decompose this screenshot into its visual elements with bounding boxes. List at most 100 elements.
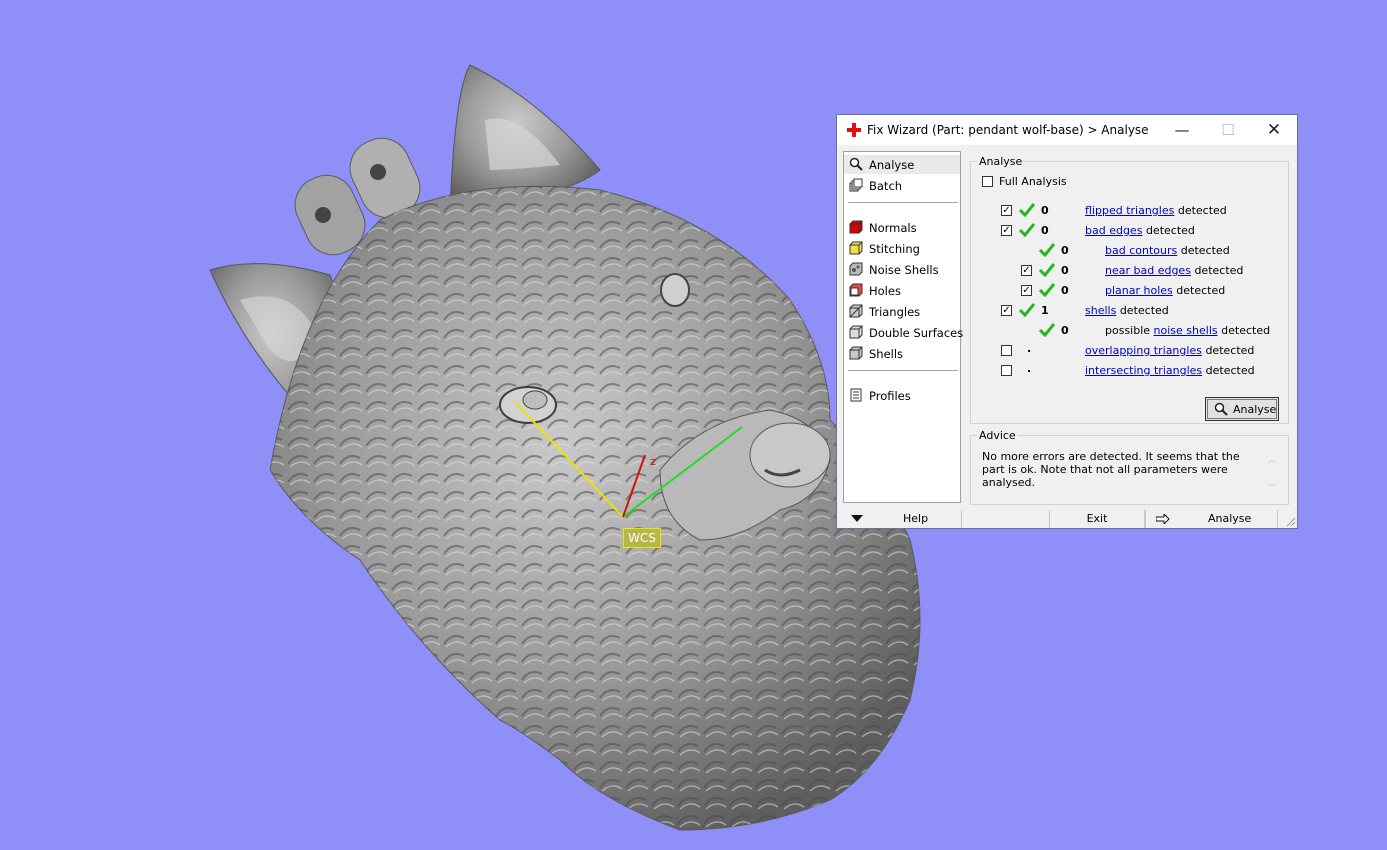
advice-group-legend: Advice [977, 429, 1018, 442]
green-check-icon [1039, 323, 1055, 337]
full-analysis-label: Full Analysis [999, 175, 1067, 188]
shells-row: shells detected [1085, 304, 1169, 317]
flipped-triangles-row: flipped triangles detected [1085, 204, 1227, 217]
intersecting-triangles-checkbox[interactable] [1001, 365, 1012, 376]
shells-cube-icon [849, 346, 863, 360]
intersecting-triangles-count: . [1027, 362, 1032, 375]
nav-label: Batch [869, 179, 903, 193]
batch-icon [849, 178, 863, 192]
analyse-group: Analyse Full Analysis ✓ 0 flipped triang… [970, 155, 1289, 424]
near-bad-edges-checkbox[interactable]: ✓ [1021, 265, 1032, 276]
planar-holes-row: planar holes detected [1105, 284, 1226, 297]
nav-item-holes[interactable]: Holes [844, 281, 960, 300]
planar-holes-link[interactable]: planar holes [1105, 284, 1173, 297]
analyse-button[interactable]: Analyse [1205, 397, 1279, 421]
title-bar[interactable]: Fix Wizard (Part: pendant wolf-base) > A… [837, 115, 1297, 145]
z-axis-label: z [650, 455, 656, 468]
nav-item-normals[interactable]: Normals [844, 218, 960, 237]
nav-item-double-surfaces[interactable]: Double Surfaces [844, 323, 964, 342]
dialog-body: Analyse Batch Normals Stitching Noise Sh… [837, 145, 1297, 528]
help-button[interactable]: Help [843, 510, 962, 528]
advice-group: Advice No more errors are detected. It s… [970, 429, 1289, 505]
noise-shells-link[interactable]: noise shells [1154, 324, 1218, 337]
nav-label: Analyse [869, 158, 915, 172]
green-check-icon [1019, 203, 1035, 217]
minimize-button[interactable]: — [1159, 115, 1205, 145]
planar-holes-count: 0 [1061, 284, 1069, 297]
green-check-icon [1039, 283, 1055, 297]
analyse-button-label: Analyse [1233, 403, 1277, 416]
magnifier-icon [1214, 402, 1228, 416]
bottom-bar: Help Exit Analyse [837, 509, 1297, 528]
nav-item-profiles[interactable]: Profiles [844, 386, 960, 405]
shells-checkbox[interactable]: ✓ [1001, 305, 1012, 316]
scroll-down-icon[interactable]: ﹀ [1267, 482, 1277, 492]
nav-item-noise-shells[interactable]: Noise Shells [844, 260, 960, 279]
nav-divider [848, 370, 958, 371]
nav-label: Noise Shells [869, 263, 939, 277]
noise-shells-count: 0 [1061, 324, 1069, 337]
nav-label: Double Surfaces [869, 326, 964, 340]
full-analysis-checkbox[interactable] [982, 176, 993, 187]
nav-item-stitching[interactable]: Stitching [844, 239, 960, 258]
nav-item-batch[interactable]: Batch [844, 176, 960, 195]
near-bad-edges-link[interactable]: near bad edges [1105, 264, 1191, 277]
next-analyse-button-label: Analyse [1208, 512, 1252, 525]
green-check-icon [1019, 223, 1035, 237]
near-bad-edges-count: 0 [1061, 264, 1069, 277]
nav-label: Normals [869, 221, 917, 235]
triangles-cube-icon [849, 304, 863, 318]
flipped-triangles-link[interactable]: flipped triangles [1085, 204, 1174, 217]
planar-holes-checkbox[interactable]: ✓ [1021, 285, 1032, 296]
wolf-nose [749, 422, 831, 488]
bad-contours-row: bad contours detected [1105, 244, 1230, 257]
bad-contours-count: 0 [1061, 244, 1069, 257]
scroll-up-icon[interactable]: ︿ [1267, 454, 1277, 464]
wizard-nav: Analyse Batch Normals Stitching Noise Sh… [843, 151, 964, 503]
holes-cube-icon [849, 283, 863, 297]
shells-count: 1 [1041, 304, 1049, 317]
overlapping-triangles-checkbox[interactable] [1001, 345, 1012, 356]
nav-item-shells[interactable]: Shells [844, 344, 960, 363]
green-check-icon [1019, 303, 1035, 317]
shells-link[interactable]: shells [1085, 304, 1116, 317]
normals-cube-icon [849, 220, 863, 234]
nav-label: Profiles [869, 389, 911, 403]
green-check-icon [1039, 263, 1055, 277]
analyse-group-legend: Analyse [977, 155, 1025, 168]
maximize-button[interactable]: ☐ [1205, 115, 1251, 145]
bad-edges-checkbox[interactable]: ✓ [1001, 225, 1012, 236]
overlapping-triangles-link[interactable]: overlapping triangles [1085, 344, 1202, 357]
bad-edges-link[interactable]: bad edges [1085, 224, 1142, 237]
nav-label: Shells [869, 347, 904, 361]
fix-wizard-dialog: Fix Wizard (Part: pendant wolf-base) > A… [836, 114, 1298, 529]
bad-edges-row: bad edges detected [1085, 224, 1195, 237]
flipped-triangles-checkbox[interactable]: ✓ [1001, 205, 1012, 216]
intersecting-triangles-row: intersecting triangles detected [1085, 364, 1255, 377]
double-surfaces-icon [849, 325, 863, 339]
help-button-label: Help [903, 512, 929, 525]
wcs-label: WCS [623, 528, 661, 548]
next-analyse-button[interactable]: Analyse [1145, 510, 1278, 528]
resize-grip-icon[interactable] [1286, 517, 1296, 527]
close-button[interactable]: ✕ [1251, 115, 1297, 145]
nav-item-triangles[interactable]: Triangles [844, 302, 960, 321]
nav-divider [848, 202, 958, 203]
triangle-down-icon [851, 515, 863, 522]
overlapping-triangles-row: overlapping triangles detected [1085, 344, 1255, 357]
intersecting-triangles-link[interactable]: intersecting triangles [1085, 364, 1202, 377]
near-bad-edges-row: near bad edges detected [1105, 264, 1244, 277]
red-cross-icon [847, 123, 861, 137]
arrow-right-icon [1156, 514, 1170, 524]
nav-item-analyse[interactable]: Analyse [844, 155, 960, 174]
bad-contours-link[interactable]: bad contours [1105, 244, 1177, 257]
exit-button-label: Exit [1086, 512, 1108, 525]
nav-label: Stitching [869, 242, 920, 256]
overlapping-triangles-count: . [1027, 342, 1032, 355]
noise-shells-row: possible noise shells detected [1105, 324, 1271, 337]
exit-button[interactable]: Exit [1049, 510, 1145, 528]
nav-label: Holes [869, 284, 901, 298]
bad-edges-count: 0 [1041, 224, 1049, 237]
green-check-icon [1039, 243, 1055, 257]
advice-text: No more errors are detected. It seems th… [982, 450, 1240, 489]
